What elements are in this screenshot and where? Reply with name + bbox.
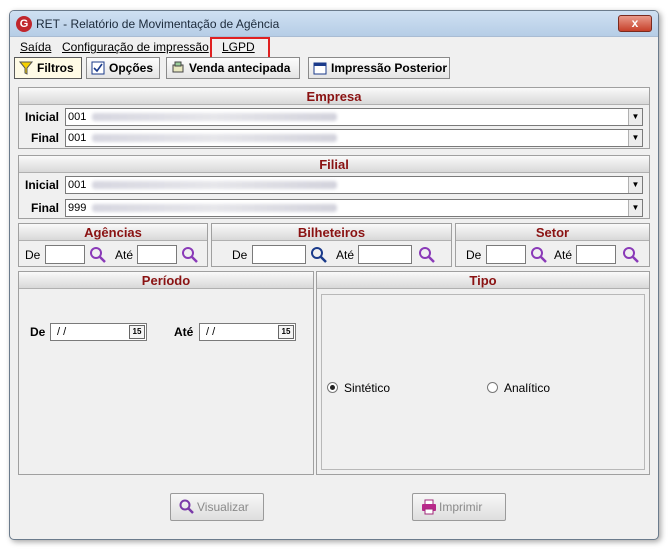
menu-bar: Saída Configuração de impressão LGPD	[10, 37, 658, 59]
tab-impressao-posterior[interactable]: Impressão Posterior	[308, 57, 450, 79]
periodo-ate-date[interactable]: / / 15	[199, 323, 296, 341]
periodo-title: Período	[19, 272, 313, 289]
redacted-text	[92, 204, 338, 213]
tab-filtros-label: Filtros	[37, 61, 74, 75]
filial-title: Filial	[19, 156, 649, 173]
bilheteiros-title: Bilheteiros	[212, 224, 451, 241]
tab-venda-label: Venda antecipada	[189, 61, 291, 75]
calendar-icon	[313, 61, 327, 75]
agencias-title: Agências	[19, 224, 207, 241]
setor-panel: Setor De Até	[455, 223, 650, 267]
chevron-down-icon[interactable]: ▼	[628, 200, 642, 216]
tipo-panel: Tipo Sintético Analítico	[316, 271, 650, 475]
filial-inicial-code: 001	[68, 179, 87, 191]
calendar-icon[interactable]: 15	[129, 325, 145, 339]
menu-lgpd[interactable]: LGPD	[222, 40, 255, 54]
empresa-final-code: 001	[68, 132, 87, 144]
window-title: RET - Relatório de Movimentação de Agênc…	[36, 17, 280, 31]
setor-ate-input[interactable]	[576, 245, 616, 264]
search-icon[interactable]	[181, 246, 199, 264]
checkbox-icon	[91, 61, 105, 75]
agencias-de-label: De	[25, 248, 41, 262]
periodo-de-date[interactable]: / / 15	[50, 323, 147, 341]
search-icon[interactable]	[310, 246, 328, 264]
agencias-ate-input[interactable]	[137, 245, 177, 264]
filial-final-code: 999	[68, 202, 87, 214]
empresa-inicial-select[interactable]: 001 ▼	[65, 108, 643, 126]
menu-saida[interactable]: Saída	[20, 40, 51, 54]
setor-de-label: De	[466, 248, 482, 262]
analitico-label: Analítico	[504, 381, 551, 395]
radio-analitico[interactable]	[487, 382, 498, 393]
search-icon[interactable]	[89, 246, 107, 264]
title-bar: G RET - Relatório de Movimentação de Agê…	[10, 11, 658, 37]
setor-title: Setor	[456, 224, 649, 241]
chevron-down-icon[interactable]: ▼	[628, 109, 642, 125]
bilheteiros-panel: Bilheteiros De Até	[211, 223, 452, 267]
bilheteiros-ate-input[interactable]	[358, 245, 412, 264]
redacted-text	[92, 134, 338, 143]
empresa-inicial-label: Inicial	[25, 110, 60, 124]
empresa-inicial-code: 001	[68, 111, 87, 123]
printer-icon	[422, 499, 436, 515]
tab-opcoes-label: Opções	[109, 61, 154, 75]
periodo-de-label: De	[30, 325, 46, 339]
filial-final-select[interactable]: 999 ▼	[65, 199, 643, 217]
magnifier-icon	[179, 499, 194, 514]
empresa-panel: Empresa Inicial 001 ▼ Final 001 ▼	[18, 87, 650, 149]
empresa-final-label: Final	[31, 131, 60, 145]
tab-filtros[interactable]: Filtros	[14, 57, 82, 79]
tab-opcoes[interactable]: Opções	[86, 57, 160, 79]
bilheteiros-de-label: De	[232, 248, 248, 262]
main-window: G RET - Relatório de Movimentação de Agê…	[9, 10, 659, 540]
empresa-title: Empresa	[19, 88, 649, 105]
tab-impressao-label: Impressão Posterior	[331, 61, 448, 75]
search-icon[interactable]	[530, 246, 548, 264]
agencias-de-input[interactable]	[45, 245, 85, 264]
sintetico-label: Sintético	[344, 381, 391, 395]
setor-ate-label: Até	[554, 248, 573, 262]
agencias-ate-label: Até	[115, 248, 134, 262]
filial-inicial-select[interactable]: 001 ▼	[65, 176, 643, 194]
agencias-panel: Agências De Até	[18, 223, 208, 267]
visualizar-label: Visualizar	[197, 500, 249, 514]
imprimir-button[interactable]: Imprimir	[412, 493, 506, 521]
menu-configuracao-impressao[interactable]: Configuração de impressão	[62, 40, 209, 54]
setor-de-input[interactable]	[486, 245, 526, 264]
chevron-down-icon[interactable]: ▼	[628, 177, 642, 193]
periodo-ate-label: Até	[174, 325, 194, 339]
periodo-ate-value: / /	[206, 326, 216, 338]
app-logo-icon: G	[16, 16, 32, 32]
filial-final-label: Final	[31, 201, 60, 215]
chevron-down-icon[interactable]: ▼	[628, 130, 642, 146]
redacted-text	[92, 113, 338, 122]
visualizar-button[interactable]: Visualizar	[170, 493, 264, 521]
periodo-de-value: / /	[57, 326, 67, 338]
cart-icon	[171, 61, 185, 75]
calendar-icon[interactable]: 15	[278, 325, 294, 339]
periodo-panel: Período De / / 15 Até / / 15	[18, 271, 314, 475]
toolbar: Filtros Opções Venda antecipada Impressã…	[10, 57, 658, 81]
filial-panel: Filial Inicial 001 ▼ Final 999 ▼	[18, 155, 650, 219]
funnel-icon	[18, 61, 34, 75]
close-button[interactable]: x	[618, 15, 652, 32]
bilheteiros-ate-label: Até	[336, 248, 355, 262]
filial-inicial-label: Inicial	[25, 178, 60, 192]
tab-venda-antecipada[interactable]: Venda antecipada	[166, 57, 300, 79]
imprimir-label: Imprimir	[439, 500, 483, 514]
bilheteiros-de-input[interactable]	[252, 245, 306, 264]
redacted-text	[92, 181, 338, 190]
search-icon[interactable]	[418, 246, 436, 264]
search-icon[interactable]	[622, 246, 640, 264]
tipo-title: Tipo	[317, 272, 649, 289]
empresa-final-select[interactable]: 001 ▼	[65, 129, 643, 147]
radio-sintetico[interactable]	[327, 382, 338, 393]
